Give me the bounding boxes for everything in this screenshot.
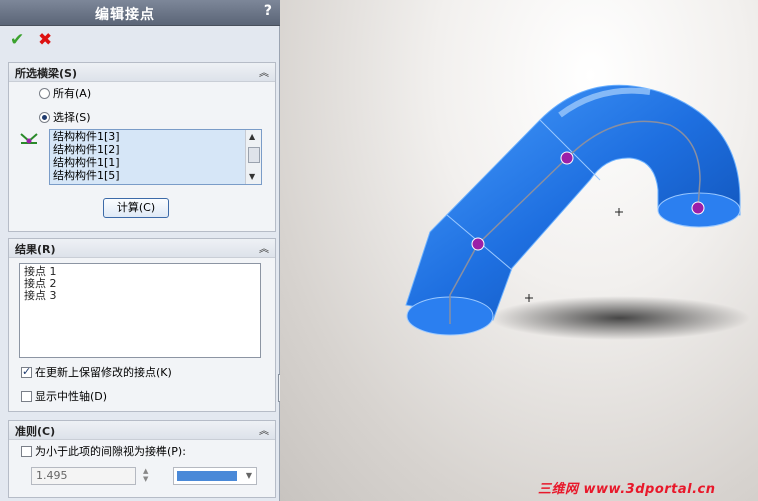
show-neutral-axis-checkbox[interactable]: 显示中性轴(D) <box>21 388 107 404</box>
results-panel: 结果(R) ︽ 接点 1 接点 2 接点 3 在更新上保留修改的接点(K) 显示… <box>8 238 276 412</box>
origin-marker-icon <box>525 294 533 302</box>
radio-select[interactable]: 选择(S) <box>39 109 91 125</box>
joint-marker[interactable] <box>560 151 574 165</box>
gap-box[interactable] <box>21 445 32 457</box>
joint-marker[interactable] <box>471 237 485 251</box>
scroll-down-icon[interactable]: ▼ <box>249 172 255 181</box>
list-item[interactable]: 结构构件1[3] <box>50 130 261 143</box>
radio-all[interactable]: 所有(A) <box>39 85 91 101</box>
list-item[interactable]: 结构构件1[2] <box>50 143 261 156</box>
graphics-viewport[interactable] <box>280 0 758 501</box>
show-neutral-axis-box[interactable] <box>21 390 32 402</box>
origin-marker-icon <box>615 208 623 216</box>
list-item[interactable]: 结构构件1[5] <box>50 169 261 182</box>
results-listbox[interactable]: 接点 1 接点 2 接点 3 <box>19 263 261 358</box>
pipe-model[interactable] <box>280 0 758 501</box>
gap-checkbox[interactable]: 为小于此项的间隙视为接榫(P): <box>21 443 186 459</box>
show-neutral-axis-label: 显示中性轴(D) <box>35 390 108 403</box>
gap-label: 为小于此项的间隙视为接榫(P): <box>35 445 186 458</box>
keep-modified-box[interactable] <box>21 365 32 378</box>
checkmark-icon[interactable]: ✔ <box>10 30 24 50</box>
radio-select-label: 选择(S) <box>53 111 91 124</box>
criteria-panel: 准则(C) ︽ 为小于此项的间隙视为接榫(P): 1.495 ▲ ▼ ▼ <box>8 420 276 498</box>
list-item[interactable]: 接点 3 <box>24 290 256 302</box>
beam-listbox[interactable]: 结构构件1[3] 结构构件1[2] 结构构件1[1] 结构构件1[5] ▲ ▼ <box>49 129 262 185</box>
page-title: 编辑接点 <box>95 7 155 23</box>
results-panel-header[interactable]: 结果(R) ︽ <box>9 239 275 258</box>
members-panel: 所选横梁(S) ︽ 所有(A) 选择(S) 结构构件1[3] 结构构件1[2] … <box>8 62 276 232</box>
keep-modified-checkbox[interactable]: 在更新上保留修改的接点(K) <box>21 364 172 380</box>
title-bar: 编辑接点 ? <box>0 0 280 26</box>
chevron-down-icon[interactable]: ▼ <box>246 471 252 480</box>
joint-marker[interactable] <box>691 201 705 215</box>
scroll-thumb[interactable] <box>248 147 260 163</box>
list-item[interactable]: 接点 1 <box>24 266 256 278</box>
radio-all-indicator[interactable] <box>39 87 50 99</box>
x-icon[interactable]: ✖ <box>38 30 52 50</box>
results-panel-label: 结果(R) <box>15 243 56 256</box>
gap-value-field[interactable]: 1.495 <box>31 467 136 485</box>
list-item[interactable]: 接点 2 <box>24 278 256 290</box>
keep-modified-label: 在更新上保留修改的接点(K) <box>35 366 172 379</box>
gap-spinner[interactable]: ▲ ▼ <box>143 467 153 485</box>
dropdown-value <box>177 471 237 481</box>
model-shadow <box>490 296 750 340</box>
list-scrollbar[interactable]: ▲ ▼ <box>245 130 261 184</box>
collapse-chevron-icon[interactable]: ︽ <box>259 240 269 255</box>
radio-all-label: 所有(A) <box>53 87 92 100</box>
help-icon[interactable]: ? <box>264 3 272 19</box>
list-item[interactable]: 结构构件1[1] <box>50 156 261 169</box>
unit-dropdown[interactable]: ▼ <box>173 467 257 485</box>
criteria-panel-label: 准则(C) <box>15 425 56 438</box>
watermark-logo: 三维网 www.3dportal.cn <box>538 482 716 497</box>
property-manager: 编辑接点 ? ✔ ✖ 所选横梁(S) ︽ 所有(A) 选择(S) 结构构件1[3… <box>0 0 280 501</box>
radio-select-indicator[interactable] <box>39 111 50 123</box>
criteria-panel-header[interactable]: 准则(C) ︽ <box>9 421 275 440</box>
members-panel-label: 所选横梁(S) <box>15 67 77 80</box>
collapse-chevron-icon[interactable]: ︽ <box>259 422 269 437</box>
collapse-chevron-icon[interactable]: ︽ <box>259 64 269 79</box>
beam-selection-icon <box>19 129 39 149</box>
calculate-button[interactable]: 计算(C) <box>103 198 169 218</box>
members-panel-header[interactable]: 所选横梁(S) ︽ <box>9 63 275 82</box>
scroll-up-icon[interactable]: ▲ <box>249 132 255 141</box>
